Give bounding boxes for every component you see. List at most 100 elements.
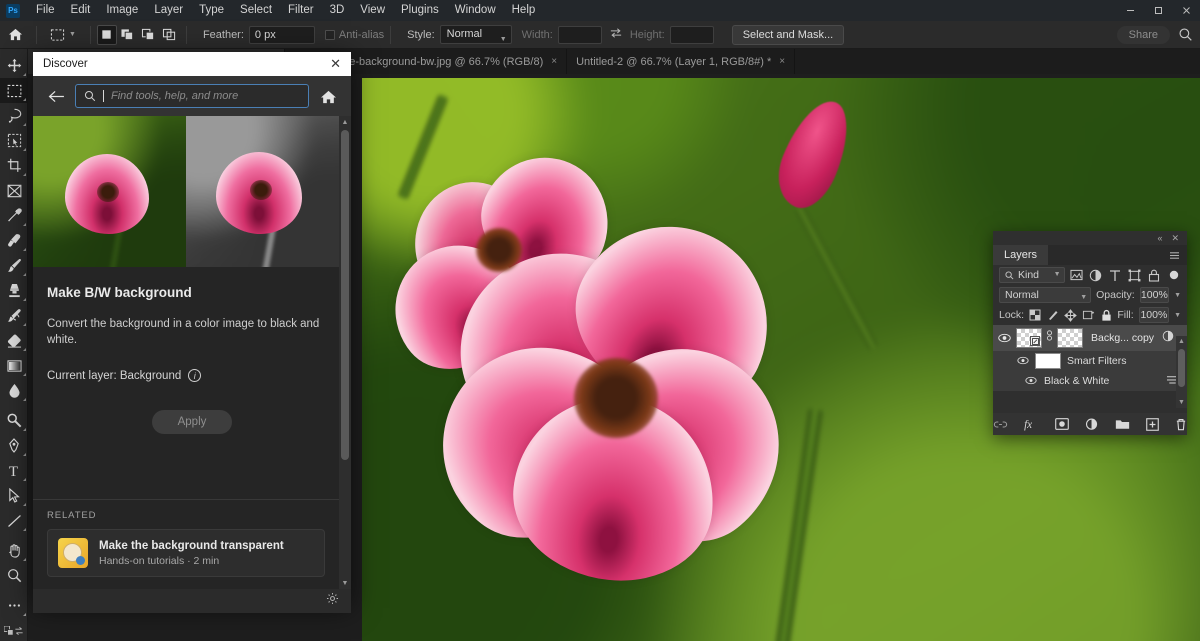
opacity-value[interactable]: 100% [1139, 287, 1170, 303]
tab-close-icon[interactable]: × [551, 56, 557, 67]
subtract-from-selection-button[interactable] [139, 25, 159, 45]
back-arrow-icon[interactable] [47, 87, 65, 105]
pen-tool[interactable] [0, 433, 28, 458]
scrollbar-thumb[interactable] [341, 130, 349, 460]
close-button[interactable] [1172, 0, 1200, 21]
eye-icon[interactable] [1025, 372, 1037, 390]
home-icon[interactable] [319, 87, 337, 105]
close-icon[interactable]: ✕ [330, 56, 341, 72]
eye-icon[interactable] [996, 333, 1012, 343]
blur-tool[interactable] [0, 378, 28, 403]
link-icon[interactable] [993, 417, 1008, 432]
rectangular-marquee-tool[interactable] [0, 78, 28, 103]
menu-item-view[interactable]: View [352, 0, 393, 21]
search-input[interactable]: Find tools, help, and more [75, 84, 309, 108]
layer-row[interactable]: Backg... copy ▲ [993, 325, 1187, 351]
chevron-down-icon[interactable]: ▼ [1174, 292, 1181, 299]
width-input[interactable] [557, 25, 602, 44]
default-colors-icon[interactable] [4, 625, 14, 636]
filter-mask-thumbnail[interactable] [1035, 353, 1061, 369]
spot-healing-brush-tool[interactable] [0, 228, 28, 253]
menu-item-filter[interactable]: Filter [280, 0, 322, 21]
lasso-tool[interactable] [0, 103, 28, 128]
antialias-checkbox[interactable] [324, 29, 335, 40]
swap-arrows-icon[interactable] [609, 26, 623, 44]
active-tool-preset[interactable]: ▼ [43, 26, 84, 44]
crop-tool[interactable] [0, 153, 28, 178]
filter-power-icon[interactable] [1167, 268, 1181, 283]
info-icon[interactable]: i [188, 369, 202, 383]
add-to-selection-button[interactable] [118, 25, 138, 45]
minimize-button[interactable] [1116, 0, 1144, 21]
hand-tool[interactable] [0, 538, 28, 563]
lock-image-pixels-icon[interactable] [1047, 308, 1059, 322]
fill-value[interactable]: 100% [1138, 307, 1170, 323]
smart-filter-icon[interactable] [1162, 329, 1174, 347]
chevron-down-icon[interactable]: ▼ [339, 577, 351, 589]
smart-filters-row[interactable]: Smart Filters [993, 351, 1187, 371]
menu-item-select[interactable]: Select [232, 0, 280, 21]
folder-icon[interactable] [1115, 417, 1130, 432]
menu-item-plugins[interactable]: Plugins [393, 0, 447, 21]
dodge-tool[interactable] [0, 408, 28, 433]
layer-mask-thumbnail[interactable] [1057, 328, 1083, 348]
new-layer-icon[interactable] [1146, 417, 1159, 432]
apply-button[interactable]: Apply [151, 410, 233, 435]
eye-icon[interactable] [1017, 352, 1029, 370]
panel-menu-icon[interactable] [1169, 245, 1187, 265]
feather-input[interactable]: 0 px [248, 25, 315, 44]
gradient-tool[interactable] [0, 353, 28, 378]
clone-stamp-tool[interactable] [0, 278, 28, 303]
link-mask-icon[interactable] [1046, 329, 1053, 347]
path-selection-tool[interactable] [0, 483, 28, 508]
lock-transparent-pixels-icon[interactable] [1029, 308, 1041, 322]
collapse-icon[interactable]: « [1157, 233, 1162, 243]
chevron-down-icon[interactable]: ▼ [1174, 312, 1181, 319]
blend-mode-select[interactable]: Normal ▼ [999, 287, 1092, 303]
line-shape-tool[interactable] [0, 508, 28, 533]
tab-close-icon[interactable]: × [779, 56, 785, 67]
type-filter-icon[interactable] [1108, 268, 1122, 283]
scrollbar-thumb[interactable] [1178, 349, 1185, 387]
mask-icon[interactable] [1055, 417, 1069, 432]
zoom-tool[interactable] [0, 563, 28, 588]
close-icon[interactable]: ✕ [1171, 233, 1179, 244]
menu-item-help[interactable]: Help [504, 0, 544, 21]
lock-all-icon[interactable] [1100, 308, 1112, 322]
restore-button[interactable] [1144, 0, 1172, 21]
menu-item-file[interactable]: File [28, 0, 63, 21]
antialias-checkbox-wrap[interactable]: Anti-alias [324, 29, 384, 41]
chevron-up-icon[interactable]: ▲ [1176, 336, 1187, 347]
menu-item-layer[interactable]: Layer [146, 0, 191, 21]
select-and-mask-button[interactable]: Select and Mask... [731, 24, 845, 45]
intersect-with-selection-button[interactable] [160, 25, 180, 45]
gear-icon[interactable] [326, 592, 339, 610]
type-tool[interactable]: T [0, 458, 28, 483]
menu-item-type[interactable]: Type [191, 0, 232, 21]
search-icon[interactable] [1170, 21, 1200, 49]
lock-artboard-nesting-icon[interactable] [1082, 308, 1095, 322]
eraser-tool[interactable] [0, 328, 28, 353]
style-select[interactable]: Normal ▼ [439, 25, 512, 44]
pixel-filter-icon[interactable] [1070, 268, 1084, 283]
eyedropper-tool[interactable] [0, 203, 28, 228]
height-input[interactable] [669, 25, 714, 44]
filter-kind-select[interactable]: Kind ▼ [999, 267, 1065, 283]
adjustment-icon[interactable] [1085, 417, 1099, 432]
filter-row[interactable]: Black & White [993, 371, 1187, 391]
discover-scrollbar[interactable]: ▲ ▼ [339, 116, 351, 589]
layers-scrollbar[interactable]: ▲ ▼ [1176, 336, 1187, 408]
chevron-up-icon[interactable]: ▲ [339, 116, 351, 128]
home-icon[interactable] [0, 21, 30, 49]
history-brush-tool[interactable] [0, 303, 28, 328]
new-selection-button[interactable] [96, 24, 117, 45]
tab-layers[interactable]: Layers [993, 245, 1049, 265]
adjustment-filter-icon[interactable] [1089, 268, 1103, 283]
object-selection-tool[interactable] [0, 128, 28, 153]
shape-filter-icon[interactable] [1127, 268, 1141, 283]
fx-icon[interactable]: fx [1024, 417, 1039, 432]
brush-tool[interactable] [0, 253, 28, 278]
menu-item-window[interactable]: Window [447, 0, 504, 21]
smart-object-filter-icon[interactable] [1147, 268, 1161, 283]
share-button[interactable]: Share [1116, 25, 1170, 44]
